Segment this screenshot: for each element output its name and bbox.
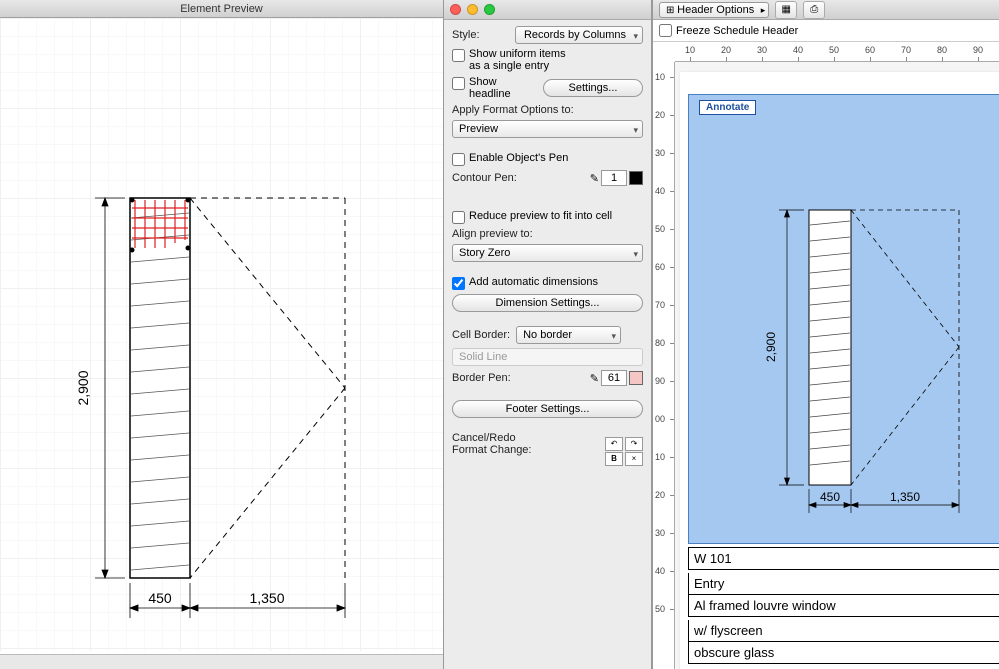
headline-checkbox[interactable] bbox=[452, 77, 465, 90]
element-preview-title: Element Preview bbox=[0, 0, 443, 18]
headline-label: Show headline bbox=[469, 76, 537, 100]
selected-cell[interactable]: Annotate bbox=[688, 94, 999, 544]
reduce-checkbox[interactable] bbox=[452, 211, 465, 224]
svg-text:1,350: 1,350 bbox=[249, 590, 284, 606]
horizontal-ruler: 102030405060708090 bbox=[675, 42, 999, 62]
row-id[interactable]: W 101 bbox=[688, 547, 999, 570]
cell-border-label: Cell Border: bbox=[452, 329, 510, 341]
window-titlebar bbox=[444, 0, 651, 20]
row-location[interactable]: Entry bbox=[688, 573, 999, 595]
svg-text:1,350: 1,350 bbox=[890, 490, 920, 504]
dimension-settings-button[interactable]: Dimension Settings... bbox=[452, 294, 643, 312]
border-pen-swatch[interactable] bbox=[629, 371, 643, 385]
element-preview-canvas[interactable]: 2,900 450 1,350 bbox=[0, 18, 443, 651]
settings-button[interactable]: Settings... bbox=[543, 79, 643, 97]
enable-pen-label: Enable Object's Pen bbox=[469, 152, 568, 164]
layout-canvas[interactable]: Annotate bbox=[675, 62, 999, 669]
reduce-label: Reduce preview to fit into cell bbox=[469, 210, 612, 222]
freeze-header-checkbox[interactable] bbox=[659, 24, 672, 37]
zoom-icon[interactable] bbox=[484, 4, 495, 15]
svg-text:2,900: 2,900 bbox=[75, 370, 91, 405]
row-type[interactable]: Al framed louvre window bbox=[688, 595, 999, 617]
svg-text:2,900: 2,900 bbox=[764, 332, 778, 362]
style-label: Style: bbox=[452, 29, 480, 41]
contour-pen-label: Contour Pen: bbox=[452, 172, 517, 184]
schedule-drawing: 2,900 450 1,350 bbox=[689, 95, 999, 545]
svg-text:450: 450 bbox=[820, 490, 840, 504]
header-options-dropdown[interactable]: ⊞ Header Options bbox=[659, 2, 769, 18]
format-clear-icon[interactable]: × bbox=[625, 452, 643, 466]
redo-icon[interactable]: ↷ bbox=[625, 437, 643, 451]
svg-text:450: 450 bbox=[148, 590, 172, 606]
autodim-label: Add automatic dimensions bbox=[469, 276, 598, 288]
align-label: Align preview to: bbox=[452, 228, 643, 240]
cell-border-dropdown[interactable]: No border bbox=[516, 326, 621, 344]
format-bold-icon[interactable]: B bbox=[605, 452, 623, 466]
uniform-label: Show uniform items as a single entry bbox=[469, 48, 579, 72]
line-style-dropdown[interactable]: Solid Line bbox=[452, 348, 643, 366]
settings-panel: Style: Records by Columns Show uniform i… bbox=[443, 0, 652, 669]
close-icon[interactable] bbox=[450, 4, 461, 15]
vertical-ruler: 102030405060708090001020304050 bbox=[653, 62, 675, 669]
row-note1[interactable]: w/ flyscreen bbox=[688, 620, 999, 642]
contour-pen-swatch[interactable] bbox=[629, 171, 643, 185]
border-pen-label: Border Pen: bbox=[452, 372, 511, 384]
apply-dropdown[interactable]: Preview bbox=[452, 120, 643, 138]
undo-icon[interactable]: ↶ bbox=[605, 437, 623, 451]
preview-drawing: 2,900 450 1,350 bbox=[0, 18, 443, 658]
layout-toolbar: ⊞ Header Options ▦ ⎙ bbox=[653, 0, 999, 20]
merge-cells-icon[interactable]: ▦ bbox=[775, 1, 797, 19]
freeze-header-label: Freeze Schedule Header bbox=[676, 25, 798, 37]
layout-paper: Annotate bbox=[680, 72, 999, 669]
layout-panel: ⊞ Header Options ▦ ⎙ Freeze Schedule Hea… bbox=[652, 0, 999, 669]
cancel-redo-label: Cancel/Redo bbox=[452, 432, 599, 444]
border-pen-input[interactable]: 61 bbox=[601, 370, 627, 386]
element-preview-panel: Element Preview bbox=[0, 0, 443, 669]
schedule-rows: W 101 Entry Al framed louvre window w/ f… bbox=[688, 547, 999, 664]
minimize-icon[interactable] bbox=[467, 4, 478, 15]
align-dropdown[interactable]: Story Zero bbox=[452, 244, 643, 262]
print-icon[interactable]: ⎙ bbox=[803, 1, 825, 19]
apply-label: Apply Format Options to: bbox=[452, 104, 643, 116]
style-dropdown[interactable]: Records by Columns bbox=[515, 26, 643, 44]
autodim-checkbox[interactable] bbox=[452, 277, 465, 290]
pen-icon: ✎ bbox=[590, 172, 599, 185]
uniform-checkbox[interactable] bbox=[452, 49, 465, 62]
contour-pen-input[interactable]: 1 bbox=[601, 170, 627, 186]
pen-icon: ✎ bbox=[590, 372, 599, 385]
footer-settings-button[interactable]: Footer Settings... bbox=[452, 400, 643, 418]
row-note2[interactable]: obscure glass bbox=[688, 642, 999, 664]
enable-pen-checkbox[interactable] bbox=[452, 153, 465, 166]
preview-scrollbar[interactable] bbox=[0, 654, 443, 669]
